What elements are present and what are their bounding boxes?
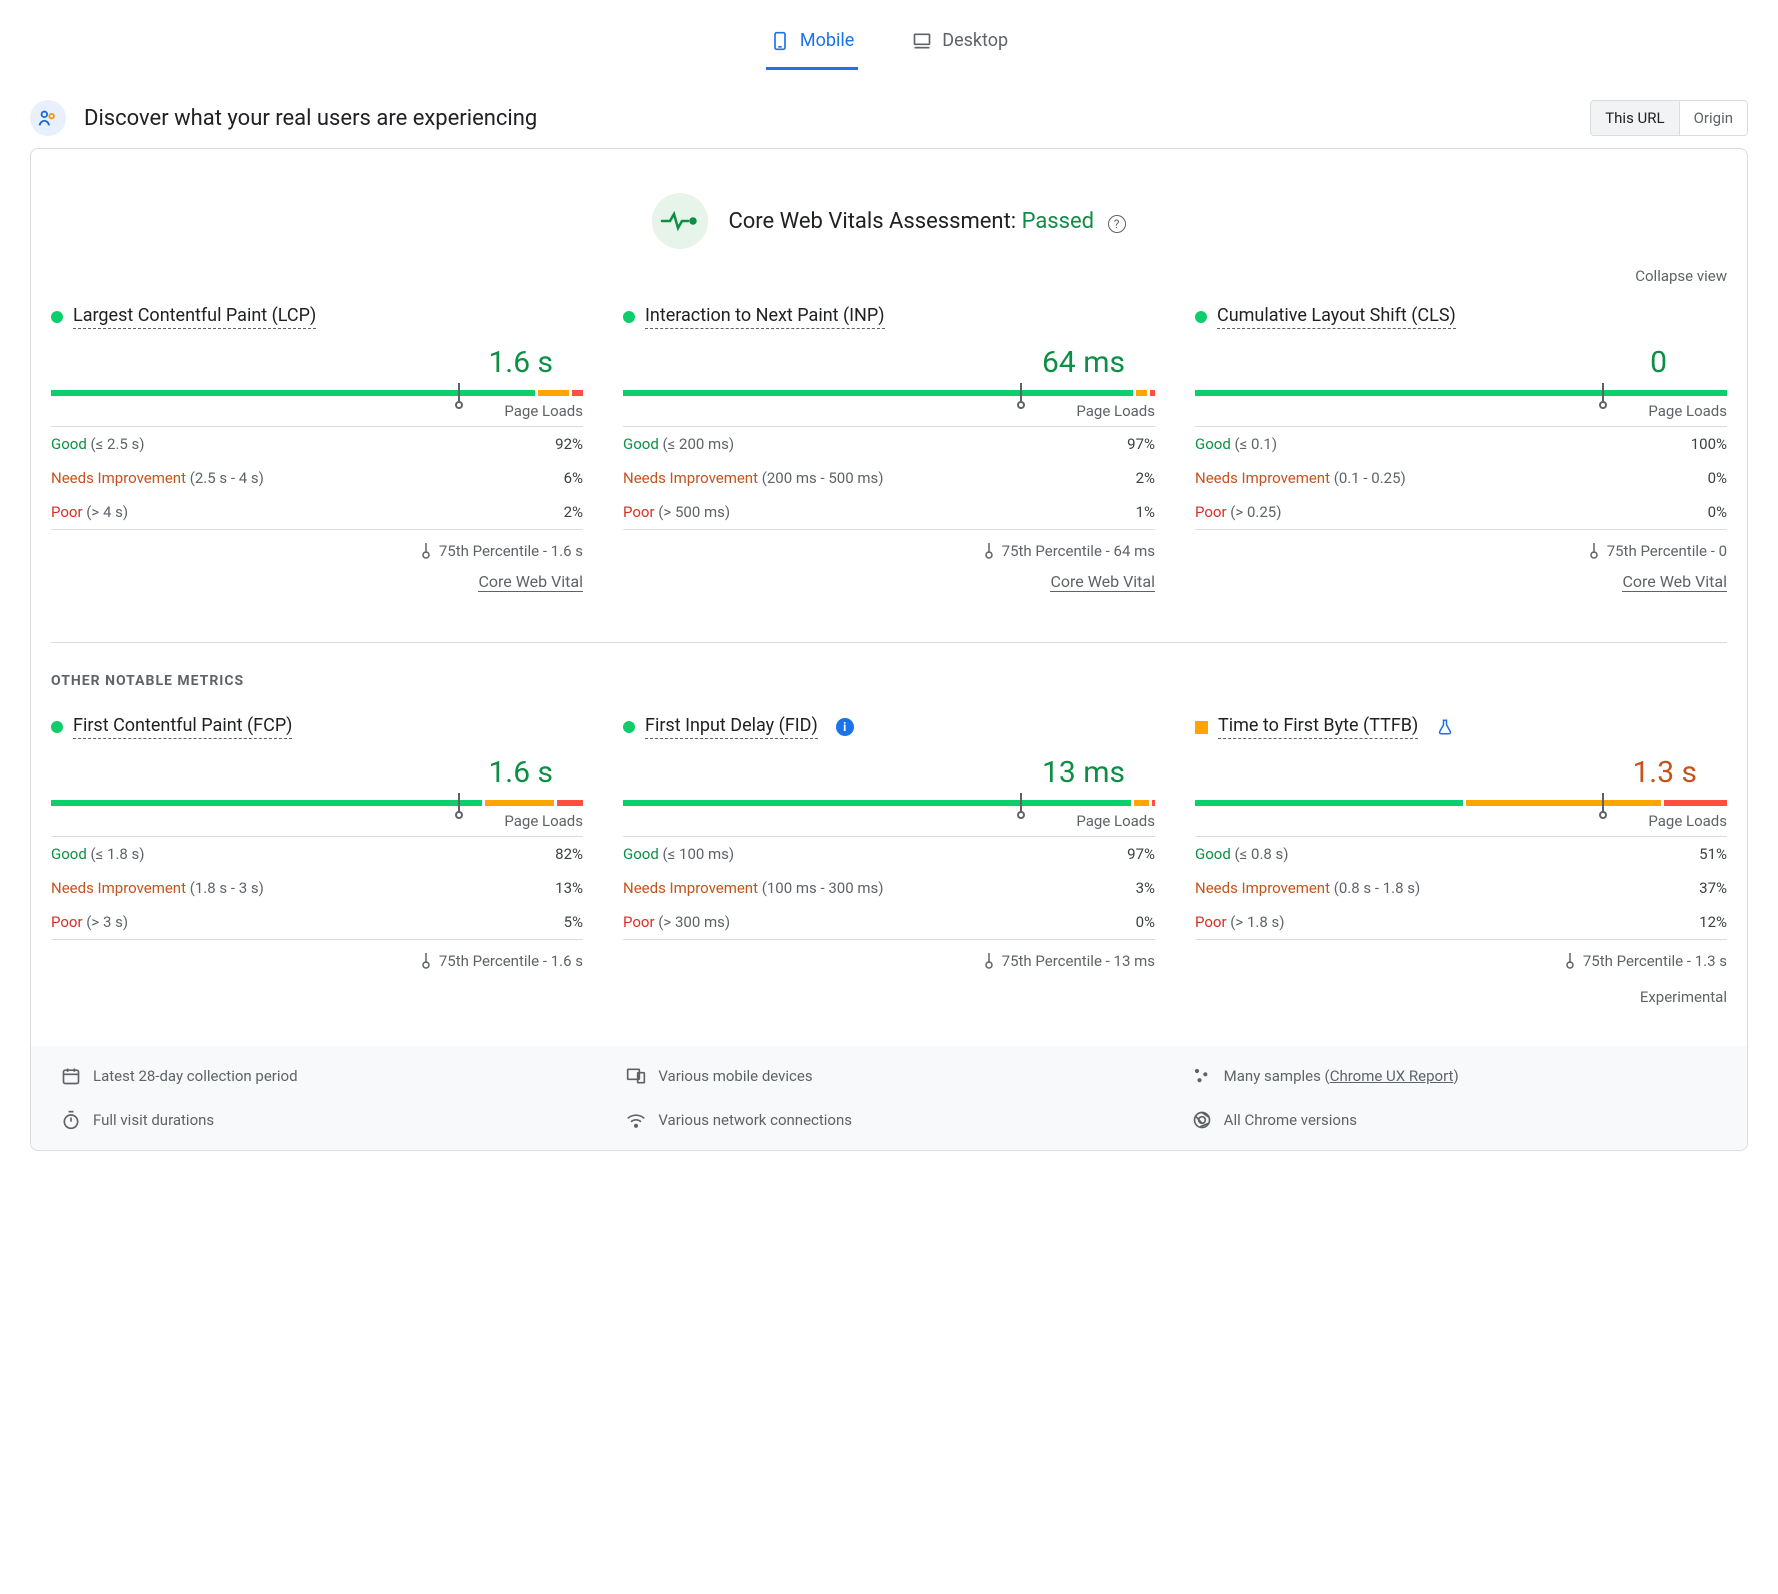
metric-score-ttfb: 1.3 s	[1195, 755, 1727, 790]
distribution-bar	[51, 390, 583, 396]
metric-title-lcp[interactable]: Largest Contentful Paint (LCP)	[73, 305, 316, 329]
calendar-icon	[61, 1066, 81, 1086]
metric-card-cls: Cumulative Layout Shift (CLS) 0 Page Loa…	[1195, 305, 1727, 602]
status-square-icon	[1195, 721, 1208, 734]
footer-versions: All Chrome versions	[1224, 1111, 1357, 1129]
core-vitals-grid: Largest Contentful Paint (LCP) 1.6 s Pag…	[51, 305, 1727, 602]
assessment-banner: Core Web Vitals Assessment: Passed ?	[51, 173, 1727, 259]
page-title: Discover what your real users are experi…	[84, 106, 537, 131]
percentile-marker-icon	[1017, 383, 1025, 409]
tab-desktop-label: Desktop	[942, 30, 1008, 51]
metric-title-fid[interactable]: First Input Delay (FID)	[645, 715, 818, 739]
scatter-icon	[1192, 1066, 1212, 1086]
chrome-ux-report-link[interactable]: Chrome UX Report	[1330, 1067, 1454, 1085]
distribution-bar	[51, 800, 583, 806]
percentile-marker-icon	[1017, 793, 1025, 819]
marker-icon	[984, 543, 994, 559]
core-web-vital-link[interactable]: Core Web Vital	[1050, 572, 1155, 592]
header-row: Discover what your real users are experi…	[30, 100, 1748, 136]
metric-title-fcp[interactable]: First Contentful Paint (FCP)	[73, 715, 292, 739]
tab-mobile-label: Mobile	[800, 30, 854, 51]
stopwatch-icon	[61, 1110, 81, 1130]
metric-score-cls: 0	[1195, 345, 1727, 380]
metric-score-fid: 13 ms	[623, 755, 1155, 790]
info-icon[interactable]: i	[836, 718, 854, 736]
other-metrics-heading: OTHER NOTABLE METRICS	[51, 673, 1727, 689]
vitals-panel: Core Web Vitals Assessment: Passed ? Col…	[30, 148, 1748, 1151]
distribution-bar	[623, 800, 1155, 806]
footer-devices: Various mobile devices	[658, 1067, 812, 1085]
core-web-vital-link[interactable]: Core Web Vital	[478, 572, 583, 592]
metric-card-ttfb: Time to First Byte (TTFB) 1.3 s Page Loa…	[1195, 715, 1727, 1006]
tab-desktop[interactable]: Desktop	[908, 20, 1012, 70]
assessment-status: Passed	[1022, 209, 1095, 234]
metric-card-fid: First Input Delay (FID) i 13 ms Page Loa…	[623, 715, 1155, 1006]
metric-title-ttfb[interactable]: Time to First Byte (TTFB)	[1218, 715, 1418, 739]
help-icon[interactable]: ?	[1108, 215, 1126, 233]
metric-score-inp: 64 ms	[623, 345, 1155, 380]
distribution-bar	[1195, 390, 1727, 396]
marker-icon	[984, 953, 994, 969]
status-dot-icon	[1195, 311, 1207, 323]
status-dot-icon	[51, 721, 63, 733]
footer-info: Latest 28-day collection period Various …	[31, 1046, 1747, 1150]
collapse-view-link[interactable]: Collapse view	[51, 259, 1727, 305]
desktop-icon	[912, 31, 932, 51]
flask-icon[interactable]	[1436, 718, 1454, 736]
assessment-label: Core Web Vitals Assessment:	[728, 209, 1016, 234]
wifi-icon	[626, 1110, 646, 1130]
metric-score-lcp: 1.6 s	[51, 345, 583, 380]
metric-card-lcp: Largest Contentful Paint (LCP) 1.6 s Pag…	[51, 305, 583, 602]
distribution-bar	[623, 390, 1155, 396]
scope-toggle: This URL Origin	[1590, 100, 1748, 136]
status-dot-icon	[51, 311, 63, 323]
marker-icon	[1589, 543, 1599, 559]
mobile-icon	[770, 31, 790, 51]
percentile-marker-icon	[455, 383, 463, 409]
experimental-label: Experimental	[1195, 988, 1727, 1006]
distribution-bar	[1195, 800, 1727, 806]
metric-card-fcp: First Contentful Paint (FCP) 1.6 s Page …	[51, 715, 583, 1006]
device-tabs: Mobile Desktop	[30, 20, 1748, 70]
origin-button[interactable]: Origin	[1679, 101, 1747, 135]
percentile-marker-icon	[1599, 383, 1607, 409]
chrome-icon	[1192, 1110, 1212, 1130]
metric-score-fcp: 1.6 s	[51, 755, 583, 790]
devices-icon	[626, 1066, 646, 1086]
metric-title-inp[interactable]: Interaction to Next Paint (INP)	[645, 305, 885, 329]
metric-card-inp: Interaction to Next Paint (INP) 64 ms Pa…	[623, 305, 1155, 602]
tab-mobile[interactable]: Mobile	[766, 20, 858, 70]
footer-network: Various network connections	[658, 1111, 852, 1129]
users-icon	[30, 100, 66, 136]
status-dot-icon	[623, 311, 635, 323]
this-url-button[interactable]: This URL	[1591, 101, 1678, 135]
metric-title-cls[interactable]: Cumulative Layout Shift (CLS)	[1217, 305, 1456, 329]
page-loads-label: Page Loads	[51, 402, 583, 420]
percentile-marker-icon	[455, 793, 463, 819]
footer-period: Latest 28-day collection period	[93, 1067, 298, 1085]
marker-icon	[1565, 953, 1575, 969]
footer-durations: Full visit durations	[93, 1111, 214, 1129]
other-metrics-grid: First Contentful Paint (FCP) 1.6 s Page …	[51, 715, 1727, 1006]
marker-icon	[421, 953, 431, 969]
percentile-marker-icon	[1599, 793, 1607, 819]
pulse-icon	[652, 193, 708, 249]
core-web-vital-link[interactable]: Core Web Vital	[1622, 572, 1727, 592]
marker-icon	[421, 543, 431, 559]
status-dot-icon	[623, 721, 635, 733]
